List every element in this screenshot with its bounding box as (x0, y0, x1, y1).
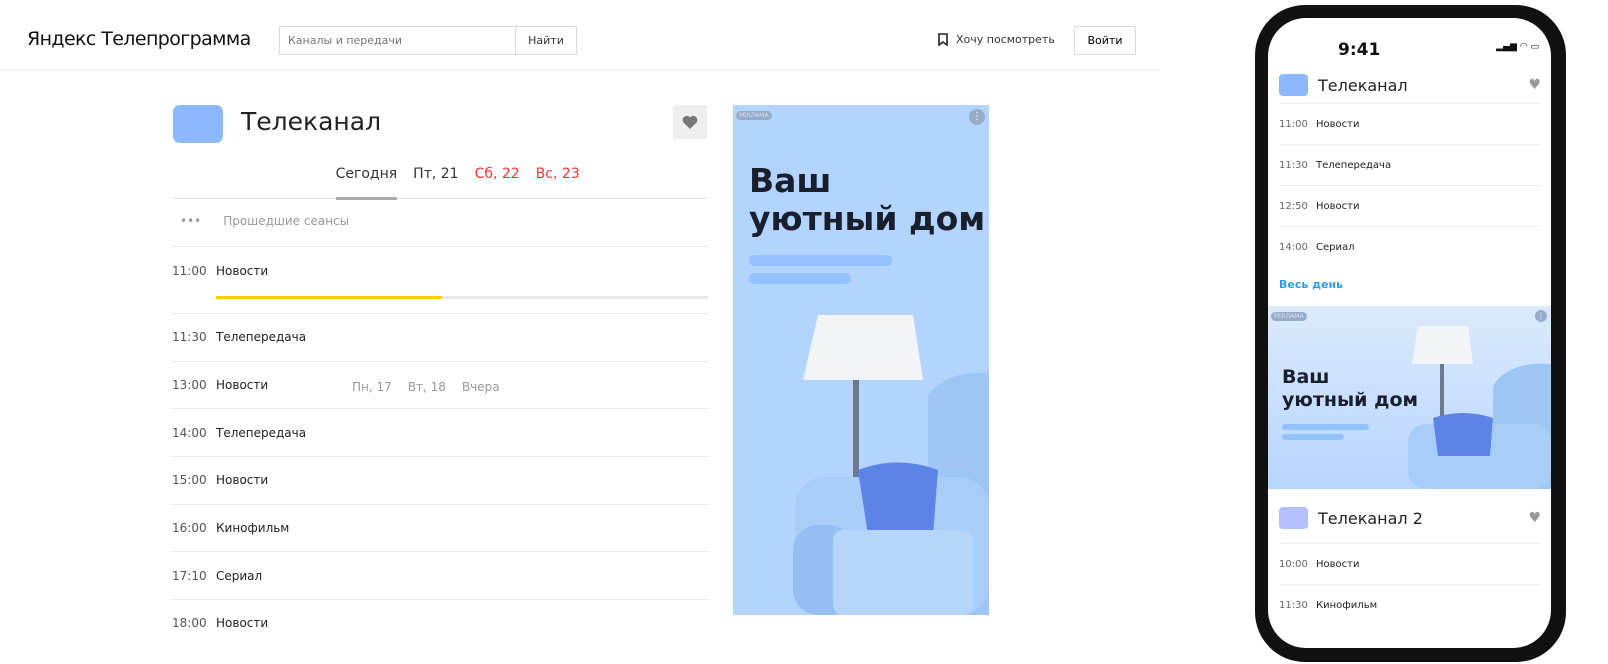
phone-schedule-row[interactable]: 11:30 Кинофильм (1279, 584, 1541, 625)
show-time: 11:00 (172, 264, 207, 278)
status-icons: ▂▄▆ ◠ ▭ (1496, 42, 1539, 52)
channel-logo (173, 105, 223, 143)
show-title: Новости (1316, 558, 1360, 570)
show-title: Новости (216, 378, 269, 393)
status-time: 9:41 (1338, 40, 1381, 60)
schedule-row[interactable]: 13:00 Новости (172, 360, 708, 409)
show-title: Сериал (216, 568, 263, 583)
login-button[interactable]: Войти (1074, 26, 1136, 55)
show-time: 13:00 (172, 378, 207, 393)
show-time: 14:00 (172, 425, 207, 440)
show-time: 10:00 (1279, 558, 1308, 570)
channel-logo (1279, 507, 1308, 529)
day-tabs: Пн, 17 Вт, 18 Вчера Сегодня Пт, 21 Сб, 22 Вс, … (172, 166, 708, 394)
show-title: Новости (216, 473, 269, 488)
phone-mockup: 9:41 ▂▄▆ ◠ ▭ Телеканал ♥ Весь день РЕКЛАМ… (1255, 5, 1566, 662)
channel-logo (1279, 74, 1308, 96)
bookmark-icon (938, 33, 948, 46)
schedule-row[interactable]: 11:00 Новости (172, 246, 708, 313)
heart-icon (682, 115, 698, 129)
show-time: 15:00 (172, 473, 207, 488)
show-time: 17:10 (172, 568, 207, 583)
schedule-row[interactable]: 16:00 Кинофильм (172, 503, 708, 552)
schedule-row[interactable]: 17:10 Сериал (172, 551, 708, 599)
schedule-row[interactable]: 18:00 Новости (172, 599, 708, 647)
phone-channel-header[interactable]: Телеканал ♥ (1279, 70, 1541, 100)
phone-ad-banner[interactable]: РЕКЛАМА ⋮ Ваш уютный дом (1268, 306, 1551, 489)
past-sessions-label: Прошедшие сеансы (223, 214, 350, 228)
watchlist-label: Хочу посмотреть (956, 33, 1055, 46)
schedule-row[interactable]: 15:00 Новости (172, 456, 708, 504)
ad-banner[interactable]: РЕКЛАМА ⋮ Ваш уютный дом (733, 105, 989, 615)
show-time: 11:30 (1279, 599, 1308, 611)
schedule-list: 11:00 Новости 11:30 Телепередача 13:00 Новост… (172, 246, 708, 647)
show-time: 11:00 (1279, 118, 1308, 130)
show-title: Кинофильм (1316, 599, 1378, 611)
show-title: Новости (216, 616, 269, 631)
schedule-row[interactable]: 11:30 Телепередача (172, 313, 708, 361)
search-button[interactable]: Найти (515, 27, 576, 54)
armchair-lamp-illustration (793, 315, 989, 615)
tab-day[interactable]: Пт, 21 (413, 166, 458, 198)
show-title: Телепередача (216, 425, 307, 440)
show-time: 11:30 (1279, 159, 1308, 171)
header-divider (0, 69, 1160, 71)
phone-schedule-row[interactable]: 11:30 Телепередача (1279, 144, 1541, 185)
show-title: Кинофильм (216, 521, 290, 536)
progress-fill (216, 296, 443, 299)
tab-day[interactable]: Вс, 23 (536, 166, 580, 198)
channel-name: Телеканал (1318, 75, 1408, 95)
phone-channel-header[interactable]: Телеканал 2 ♥ (1279, 503, 1541, 533)
search-input[interactable] (280, 27, 515, 54)
heart-icon[interactable]: ♥ (1528, 510, 1541, 526)
heart-icon[interactable]: ♥ (1528, 77, 1541, 93)
show-title: Телепередача (1316, 159, 1392, 171)
all-day-link[interactable]: Весь день (1279, 278, 1343, 291)
more-icon: ••• (180, 214, 202, 228)
progress-bar (216, 296, 708, 299)
channel-name: Телеканал 2 (1318, 508, 1423, 528)
page-title: Телеканал (241, 107, 382, 136)
favorite-button[interactable] (673, 105, 707, 139)
show-time: 16:00 (172, 521, 207, 536)
watchlist-link[interactable]: Хочу посмотреть (938, 33, 1055, 46)
search-form: Найти (279, 26, 577, 55)
show-time: 14:00 (1279, 241, 1308, 253)
tab-day[interactable]: Сегодня (335, 166, 397, 200)
phone-schedule-row[interactable]: 12:50 Новости (1279, 185, 1541, 226)
phone-screen: 9:41 ▂▄▆ ◠ ▭ Телеканал ♥ Весь день РЕКЛАМ… (1268, 18, 1551, 648)
phone-schedule-row[interactable]: 14:00 Сериал (1279, 226, 1541, 267)
schedule-row[interactable]: 14:00 Телепередача (172, 408, 708, 456)
show-title: Новости (1316, 200, 1360, 212)
armchair-lamp-illustration (1408, 326, 1551, 489)
logo[interactable]: Яндекс Телепрограмма (27, 28, 251, 50)
tab-day[interactable]: Сб, 22 (475, 166, 520, 198)
show-time: 12:50 (1279, 200, 1308, 212)
show-title: Сериал (1316, 241, 1355, 253)
show-time: 18:00 (172, 616, 207, 631)
show-time: 11:30 (172, 330, 207, 345)
show-title: Новости (1316, 118, 1360, 130)
show-title: Новости (216, 264, 269, 278)
past-sessions-button[interactable]: ••• Прошедшие сеансы (180, 214, 349, 228)
phone-schedule-row[interactable]: 11:00 Новости (1279, 103, 1541, 144)
phone-schedule-row[interactable]: 10:00 Новости (1279, 543, 1541, 584)
show-title: Телепередача (216, 330, 307, 345)
